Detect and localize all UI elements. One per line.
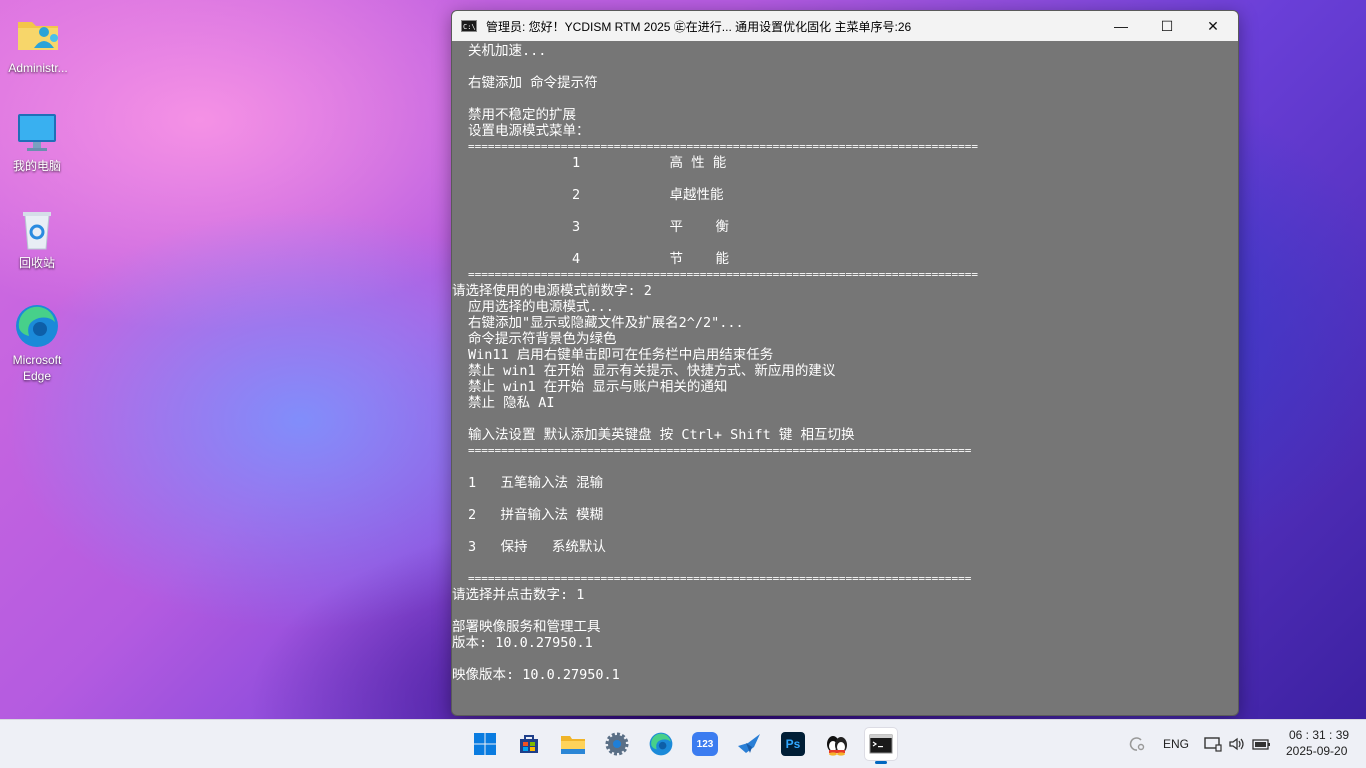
console-line: 输入法设置 默认添加美英键盘 按 Ctrl+ Shift 键 相互切换 (468, 427, 855, 443)
bird-icon (738, 734, 760, 753)
console-separator: ========================================… (468, 140, 978, 153)
command-prompt-icon: C:\ (461, 20, 477, 32)
desktop-icon-label: 回收站 (18, 256, 55, 270)
folder-icon (561, 736, 585, 754)
settings-app[interactable] (601, 728, 633, 760)
console-separator: ========================================… (468, 572, 972, 585)
console-line: 右键添加"显示或隐藏文件及扩展名2^/2"... (468, 315, 744, 331)
123-app[interactable]: 123 (689, 728, 721, 760)
console-line: 2 拼音输入法 模糊 (468, 507, 604, 523)
console-line: 右键添加 命令提示符 (468, 75, 598, 91)
desktop-icon-my-computer[interactable]: 我的电脑 (0, 108, 74, 174)
desktop-icon-edge[interactable]: Microsoft Edge (0, 302, 74, 384)
close-button[interactable]: ✕ (1190, 11, 1236, 41)
desktop-icon-recycle-bin[interactable]: 回收站 (0, 205, 74, 271)
maximize-button[interactable]: ☐ (1144, 11, 1190, 41)
volume-tray-icon[interactable] (1228, 736, 1246, 752)
console-line: 3 平 衡 (572, 219, 730, 235)
console-window[interactable]: C:\ 管理员: 您好！YCDISM RTM 2025 ㊣在进行... 通用设置… (451, 10, 1239, 716)
console-line: 设置电源模式菜单： (468, 123, 590, 139)
console-line: 映像版本: 10.0.27950.1 (452, 667, 620, 683)
gear-icon (605, 732, 629, 756)
start-button[interactable] (469, 728, 501, 760)
terminal-app[interactable] (865, 728, 897, 764)
desktop-icon-administrator[interactable]: Administr... (1, 10, 75, 76)
recycle-bin-icon (13, 205, 61, 253)
desktop-icon-label: Administr... (8, 61, 68, 75)
console-line: 1 高 性 能 (572, 155, 727, 171)
edge-icon (13, 302, 61, 350)
computer-icon (13, 108, 61, 156)
console-line: 2 卓越性能 (572, 187, 724, 203)
battery-tray-icon[interactable] (1252, 736, 1272, 752)
photoshop-app[interactable]: Ps (777, 728, 809, 760)
console-line: Win11 启用右键单击即可在任务栏中启用结束任务 (468, 347, 774, 363)
console-line: 请选择使用的电源模式前数字: 2 (452, 283, 652, 299)
console-line: 1 五笔输入法 混输 (468, 475, 604, 491)
console-separator: ========================================… (468, 444, 972, 457)
taskbar: 123 Ps ENG 06: 31: 39 2025-09-20 (0, 719, 1366, 768)
store-app[interactable] (513, 728, 545, 760)
desktop-icon-label: 我的电脑 (12, 159, 61, 173)
window-title: 管理员: 您好！YCDISM RTM 2025 ㊣在进行... 通用设置优化固化… (486, 19, 912, 34)
console-line: 应用选择的电源模式... (468, 299, 614, 315)
terminal-icon (869, 734, 893, 754)
edge-app[interactable] (645, 728, 677, 760)
edge-icon (649, 732, 673, 756)
console-line: 禁用不稳定的扩展 (468, 107, 576, 123)
display-tray-icon[interactable] (1204, 736, 1222, 752)
console-line: 请选择并点击数字: 1 (452, 587, 585, 603)
console-line: 版本: 10.0.27950.1 (452, 635, 593, 651)
network-tray-icon[interactable] (1128, 736, 1146, 752)
console-line: 禁止 win1 在开始 显示与账户相关的通知 (468, 379, 728, 395)
console-line: 禁止 隐私 AI (468, 395, 555, 411)
console-line: 命令提示符背景色为绿色 (468, 331, 617, 347)
clock-time[interactable]: 06 : 31 : 39 (1289, 728, 1349, 742)
language-indicator[interactable]: ENG (1163, 737, 1189, 751)
window-titlebar[interactable]: C:\ 管理员: 您好！YCDISM RTM 2025 ㊣在进行... 通用设置… (452, 11, 1238, 41)
ps-icon: Ps (781, 732, 805, 756)
windows-logo-icon (474, 733, 496, 755)
console-line: 禁止 win1 在开始 显示有关提示、快捷方式、新应用的建议 (468, 363, 836, 379)
123-icon: 123 (692, 732, 718, 756)
feishu-app[interactable] (733, 728, 765, 760)
console-line: 4 节 能 (572, 251, 730, 267)
console-line: 关机加速... (468, 43, 547, 59)
store-icon (520, 735, 538, 753)
user-folder-icon (14, 10, 62, 58)
file-explorer-app[interactable] (557, 728, 589, 760)
clock-date[interactable]: 2025-09-20 (1286, 744, 1347, 758)
console-output[interactable]: 关机加速... 右键添加 命令提示符 禁用不稳定的扩展 设置电源模式菜单： ==… (452, 41, 1238, 715)
minimize-button[interactable]: — (1098, 11, 1144, 41)
desktop-icon-label: Microsoft Edge (12, 353, 62, 383)
console-separator: ========================================… (468, 268, 978, 281)
console-line: 3 保持 系统默认 (468, 539, 606, 555)
console-line: 部署映像服务和管理工具 (452, 619, 601, 635)
penguin-icon (827, 736, 847, 756)
qq-app[interactable] (821, 728, 853, 760)
